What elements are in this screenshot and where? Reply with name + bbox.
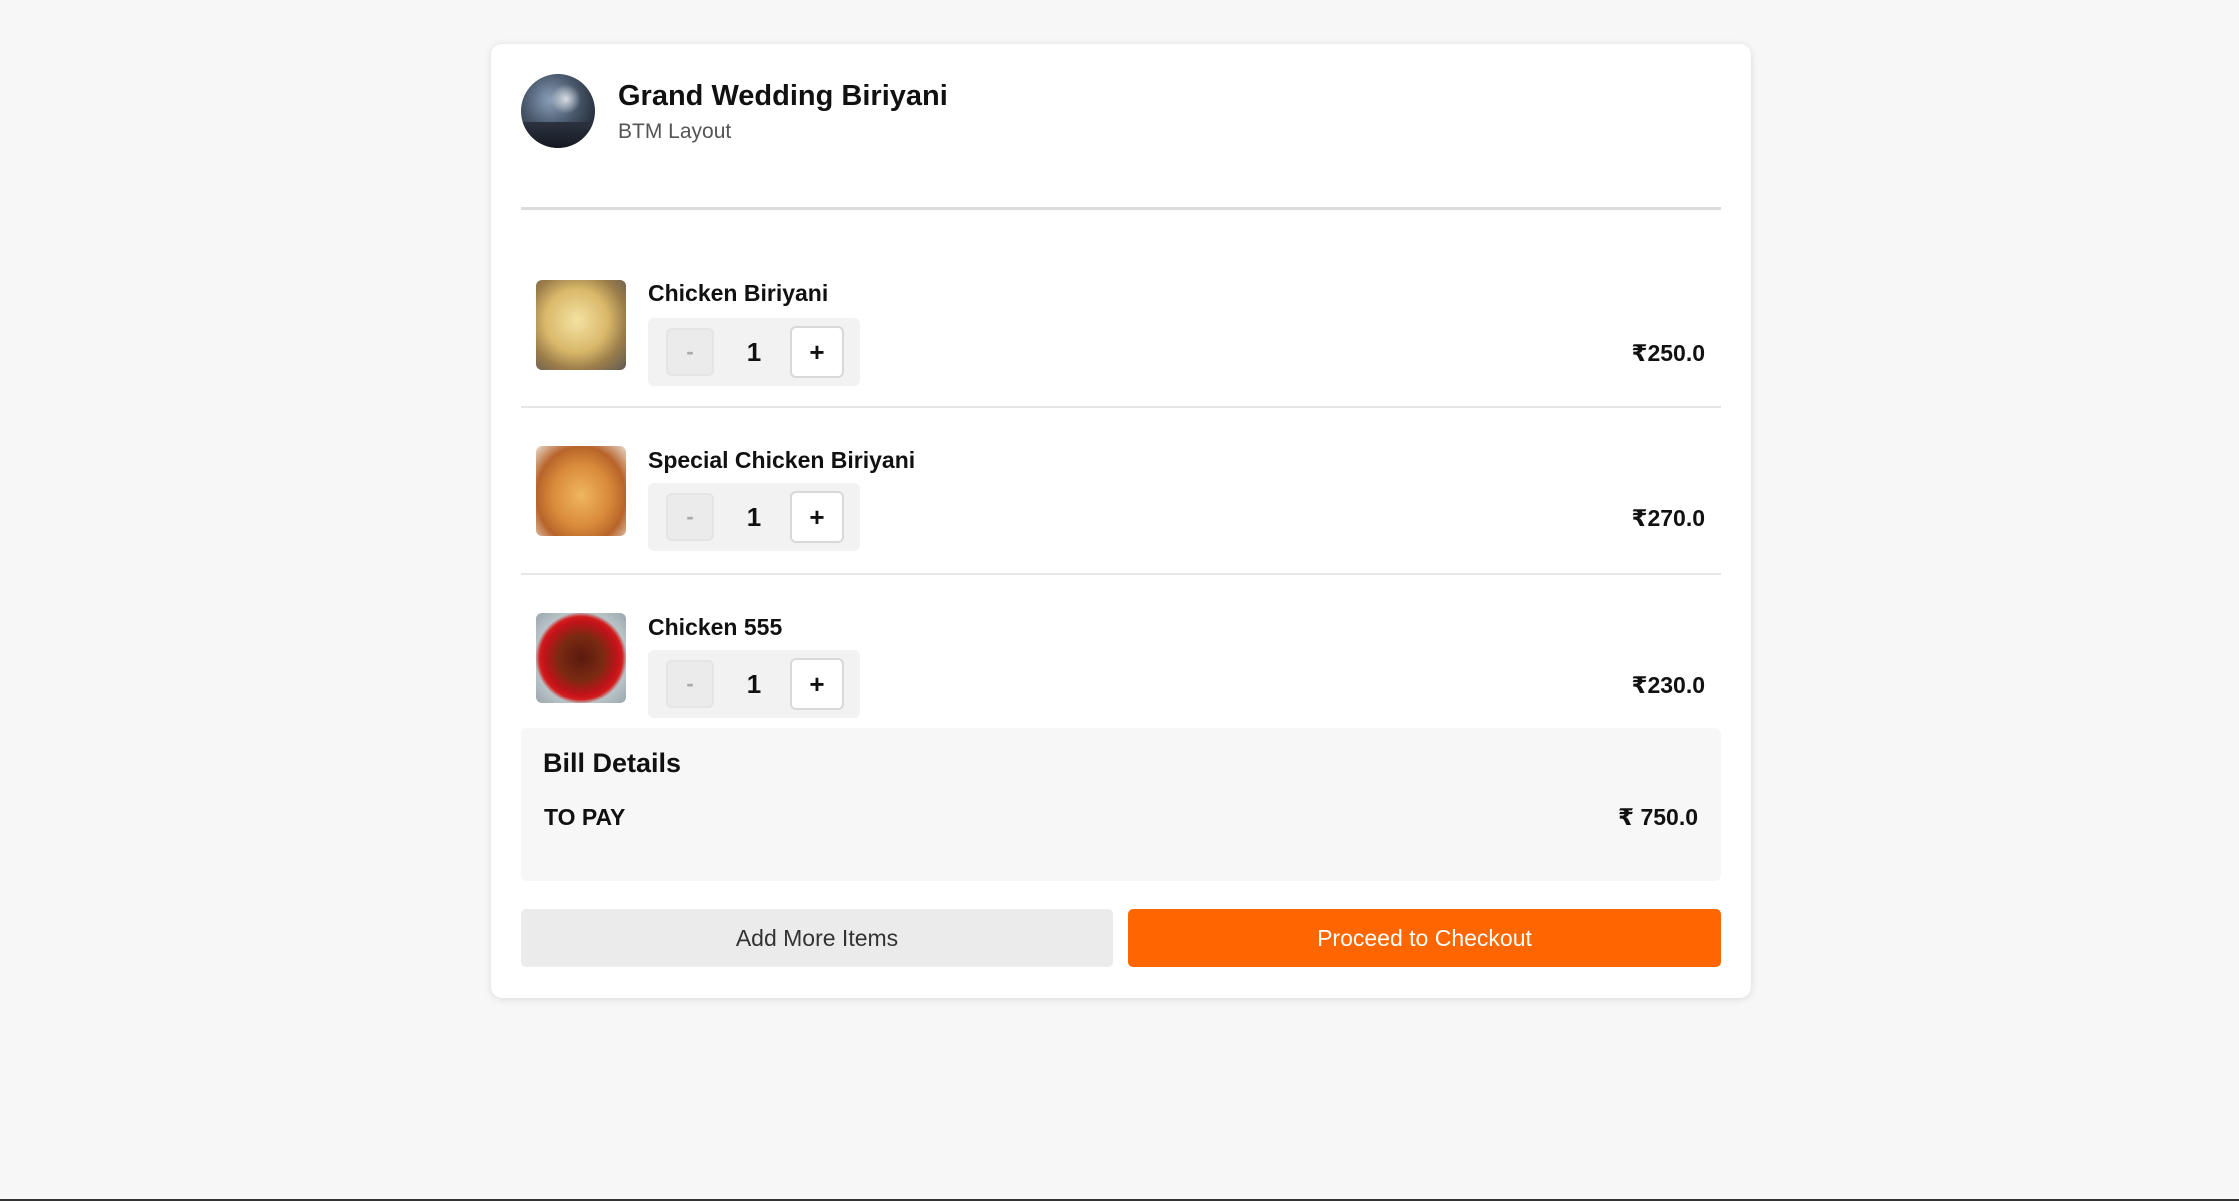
increase-quantity-button[interactable]: + xyxy=(790,491,844,543)
increase-quantity-button[interactable]: + xyxy=(790,658,844,710)
item-name: Chicken Biriyani xyxy=(648,280,829,306)
cart-card: Grand Wedding Biriyani BTM Layout Chicke… xyxy=(491,44,1751,998)
quantity-stepper: - 1 + xyxy=(648,483,860,551)
add-more-items-button[interactable]: Add More Items xyxy=(521,909,1113,967)
item-quantity: 1 xyxy=(746,668,762,699)
item-name: Special Chicken Biriyani xyxy=(648,447,916,473)
restaurant-header: Grand Wedding Biriyani BTM Layout xyxy=(521,74,1721,210)
decrease-quantity-button[interactable]: - xyxy=(666,660,714,708)
decrease-quantity-button[interactable]: - xyxy=(666,493,714,541)
chicken-biriyani-image xyxy=(536,280,626,370)
item-name: Chicken 555 xyxy=(648,614,783,640)
cart-page: Grand Wedding Biriyani BTM Layout Chicke… xyxy=(0,0,2239,1201)
bill-details: Bill Details TO PAY ₹ 750.0 xyxy=(521,728,1721,881)
item-price: ₹230.0 xyxy=(1631,672,1705,698)
cart-item: Chicken 555 - 1 + ₹230.0 xyxy=(521,575,1721,742)
avatar-shadow xyxy=(521,122,595,148)
to-pay-value: ₹ 750.0 xyxy=(1618,804,1698,830)
bill-title: Bill Details xyxy=(543,748,682,778)
increase-quantity-button[interactable]: + xyxy=(790,326,844,378)
item-price: ₹250.0 xyxy=(1631,340,1705,366)
chicken-555-image xyxy=(536,613,626,703)
item-quantity: 1 xyxy=(746,336,762,367)
decrease-quantity-button[interactable]: - xyxy=(666,328,714,376)
item-price: ₹270.0 xyxy=(1631,505,1705,531)
avatar-highlight xyxy=(551,84,581,114)
item-quantity: 1 xyxy=(746,501,762,532)
cart-items-list: Chicken Biriyani - 1 + ₹250.0 Special Ch… xyxy=(521,210,1721,742)
quantity-stepper: - 1 + xyxy=(648,650,860,718)
cart-item: Chicken Biriyani - 1 + ₹250.0 xyxy=(521,210,1721,408)
restaurant-area: BTM Layout xyxy=(618,120,732,143)
special-chicken-biriyani-image xyxy=(536,446,626,536)
quantity-stepper: - 1 + xyxy=(648,318,860,386)
cart-item: Special Chicken Biriyani - 1 + ₹270.0 xyxy=(521,408,1721,575)
restaurant-name: Grand Wedding Biriyani xyxy=(618,80,948,112)
restaurant-avatar xyxy=(521,74,595,148)
cart-actions: Add More Items Proceed to Checkout xyxy=(521,909,1721,967)
proceed-to-checkout-button[interactable]: Proceed to Checkout xyxy=(1128,909,1721,967)
to-pay-label: TO PAY xyxy=(544,804,626,830)
